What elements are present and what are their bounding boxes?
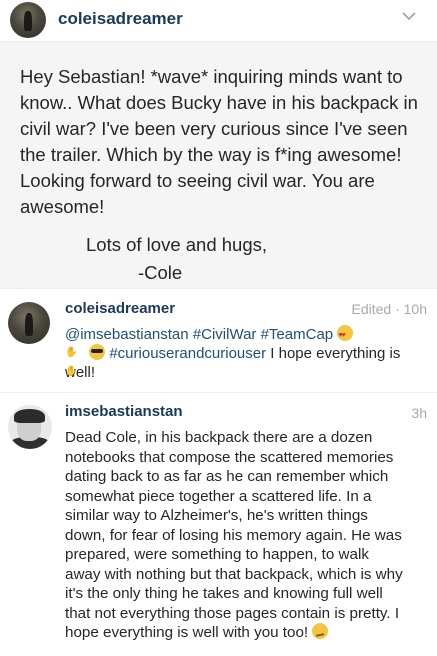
raised-hands-emoji-icon <box>65 343 85 381</box>
sunglasses-emoji-icon <box>89 344 106 360</box>
comment-text: @imsebastianstan #CivilWar #TeamCap #cur… <box>65 325 410 382</box>
comment: coleisadreamer Edited · 10h @imsebastian… <box>0 288 437 392</box>
chevron-down-icon[interactable] <box>401 10 417 22</box>
smirk-emoji-icon <box>312 623 329 639</box>
comment-username[interactable]: imsebastianstan <box>65 403 183 420</box>
comment-username[interactable]: coleisadreamer <box>65 300 175 317</box>
post-signature: -Cole <box>138 262 183 283</box>
hashtag-link[interactable]: #curiouserandcuriouser <box>109 345 266 362</box>
hashtag-link[interactable]: #TeamCap <box>261 326 334 343</box>
avatar[interactable] <box>8 302 50 344</box>
post-caption-area: Hey Sebastian! *wave* inquiring minds wa… <box>0 42 437 288</box>
post-author-username[interactable]: coleisadreamer <box>58 9 183 29</box>
comment-body: Dead Cole, in his backpack there are a d… <box>65 429 403 641</box>
comment-text: Dead Cole, in his backpack there are a d… <box>65 428 403 643</box>
heart-eyes-emoji-icon <box>337 325 354 345</box>
post-caption: Hey Sebastian! *wave* inquiring minds wa… <box>20 66 418 217</box>
avatar[interactable] <box>8 405 52 449</box>
post-header: coleisadreamer <box>0 0 437 42</box>
mention-link[interactable]: @imsebastianstan <box>65 326 189 343</box>
avatar[interactable] <box>10 2 46 38</box>
comment: imsebastianstan 3h Dead Cole, in his bac… <box>0 392 437 656</box>
post-signoff: Lots of love and hugs, <box>86 234 268 255</box>
comment-timestamp: 3h <box>411 405 427 421</box>
comment-timestamp: Edited · 10h <box>351 301 428 317</box>
hashtag-link[interactable]: #CivilWar <box>193 326 257 343</box>
